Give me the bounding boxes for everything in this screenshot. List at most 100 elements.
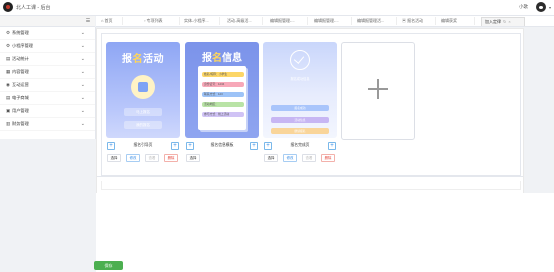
tab-entity[interactable]: 实体-小程序... <box>181 17 220 25</box>
card2-controls: + 报名信息模板 + <box>185 142 259 150</box>
tab-join[interactable]: 加入定律 ↻ × <box>481 17 525 26</box>
delete-button[interactable]: 删除 <box>321 154 335 162</box>
user-icon: ▣ <box>6 108 11 113</box>
sidebar-item-miniapp[interactable]: ⚙ 小程序管理 ⌄ <box>0 40 95 53</box>
form-row: 联系方式：123 <box>202 92 244 97</box>
card2-actions: 选择 <box>185 154 259 162</box>
chevron-down-icon: ⌄ <box>80 56 85 62</box>
card3-actions: 选择 修改 查看 删除 <box>263 154 337 162</box>
tab-home[interactable]: ⌂ 首页 <box>98 17 123 25</box>
avatar[interactable] <box>536 2 546 12</box>
edit-button[interactable]: 修改 <box>126 154 140 162</box>
gear-icon: ⚙ <box>6 43 11 48</box>
sidebar-item-label: 用户管理 <box>12 108 29 113</box>
card-title: 报名信息 <box>202 53 242 64</box>
sidebar-item-system[interactable]: ⚙ 系统管理 ⌄ <box>0 27 95 40</box>
sidebar-item-label: 系统管理 <box>12 30 29 35</box>
check-circle-icon <box>290 50 310 70</box>
sidebar-item-label: 活动统计 <box>12 56 29 61</box>
delete-button[interactable]: 删除 <box>164 154 178 162</box>
bottom-area <box>96 193 554 272</box>
chevron-down-icon: ⌄ <box>80 82 85 88</box>
sidebar-item-label: 内容管理 <box>12 69 29 74</box>
select-button[interactable]: 选择 <box>264 154 278 162</box>
sidebar-item-ops[interactable]: ◉ 互动运营 ⌄ <box>0 79 95 92</box>
preview-signup-button: 马上报名 <box>124 108 162 116</box>
card-label: 报名完成页 <box>290 143 310 147</box>
eye-icon: ◉ <box>6 82 10 87</box>
illustration-icon <box>131 75 155 99</box>
doc-icon: ▦ <box>6 69 11 74</box>
tab-bar: ⌂ 首页 ▫ 专项列表 实体-小程序... 活动-高级活... 编辑报管理-..… <box>96 16 554 27</box>
form-row: 活动地区： <box>202 102 244 107</box>
sidebar-item-finance[interactable]: ▥ 财务管理 ⌄ <box>0 118 95 131</box>
select-button[interactable]: 选择 <box>186 154 200 162</box>
chevron-down-icon[interactable]: ▾ <box>549 5 551 10</box>
divider <box>97 176 523 177</box>
add-before-button[interactable]: + <box>107 142 115 150</box>
template-card-signup-info[interactable]: 报名信息 姓名/昵称：小学生 身份证号：1234 联系方式：123 活动地区： … <box>185 42 259 138</box>
form-row: 身份证号：1234 <box>202 82 244 87</box>
info-bar: 报名成功 <box>271 105 329 111</box>
card1-actions: 选择 修改 查看 删除 <box>106 154 180 162</box>
tab-edit-3[interactable]: 编辑报管理活... <box>354 17 397 25</box>
main-content: 报名活动 马上报名 我的报名 报名信息 姓名/昵称：小学生 身份证号：1234 … <box>96 28 524 194</box>
footer-strip <box>101 181 521 190</box>
view-button[interactable]: 查看 <box>145 154 159 162</box>
sidebar-item-stats[interactable]: ▤ 活动统计 ⌄ <box>0 53 95 66</box>
select-button[interactable]: 选择 <box>107 154 121 162</box>
form-row: 参与方式：线上活动 <box>202 112 244 117</box>
sidebar-item-label: 互动运营 <box>12 82 29 87</box>
form-sheet: 姓名/昵称：小学生 身份证号：1234 联系方式：123 活动地区： 参与方式：… <box>198 66 246 130</box>
form-row: 姓名/昵称：小学生 <box>202 72 244 77</box>
gear-icon: ⚙ <box>6 30 11 35</box>
add-after-button[interactable]: + <box>171 142 179 150</box>
info-bar: 活动信息 <box>271 117 329 123</box>
top-bar: 北人工课 - 后台 小歌 ▾ <box>0 0 554 16</box>
template-card-signup-guide[interactable]: 报名活动 马上报名 我的报名 <box>106 42 180 138</box>
chevron-down-icon: ⌄ <box>80 121 85 127</box>
sidebar-item-content[interactable]: ▦ 内容管理 ⌄ <box>0 66 95 79</box>
app-logo <box>3 2 13 12</box>
sidebar: ⚙ 系统管理 ⌄ ⚙ 小程序管理 ⌄ ▤ 活动统计 ⌄ ▦ 内容管理 ⌄ ◉ 互动运营 ⌄ ▤ 电子商… <box>0 27 96 139</box>
preview-my-signup-button: 我的报名 <box>124 121 162 129</box>
close-icon[interactable]: × <box>508 19 510 24</box>
tab-projects[interactable]: ▫ 专项列表 <box>141 17 180 25</box>
chevron-down-icon: ⌄ <box>80 95 85 101</box>
card-label: 报名引导页 <box>133 143 153 147</box>
user-name[interactable]: 小歌 <box>519 4 528 10</box>
sidebar-header: ☰ <box>0 16 95 27</box>
sidebar-item-mall[interactable]: ▤ 电子商城 ⌄ <box>0 92 95 105</box>
tab-edit-2[interactable]: 编辑报管理-... <box>311 17 352 25</box>
card-label: 报名信息模板 <box>210 143 234 147</box>
sidebar-item-label: 财务管理 <box>12 121 29 126</box>
add-before-button[interactable]: + <box>264 142 272 150</box>
chevron-down-icon: ⌄ <box>80 108 85 114</box>
app-title: 北人工课 - 后台 <box>16 5 51 11</box>
save-button[interactable]: 保存 <box>94 261 123 270</box>
wallet-icon: ▥ <box>6 121 11 126</box>
tab-edit-1[interactable]: 编辑报管理-... <box>267 17 308 25</box>
add-after-button[interactable]: + <box>250 142 258 150</box>
template-card-signup-done[interactable]: 报名成功信息 报名成功 活动信息 继续报名 <box>263 42 337 138</box>
refresh-icon[interactable]: ↻ <box>503 19 506 24</box>
chevron-down-icon: ⌄ <box>80 69 85 75</box>
card3-controls: + 报名完成页 + <box>263 142 337 150</box>
card-title: 报名活动 <box>122 54 164 65</box>
sidebar-item-users[interactable]: ▣ 用户管理 ⌄ <box>0 105 95 118</box>
done-text: 报名成功信息 <box>290 77 310 81</box>
tab-signup[interactable]: ▣ 报名活动 <box>399 17 436 25</box>
chevron-down-icon: ⌄ <box>80 30 85 36</box>
menu-collapse-icon[interactable]: ☰ <box>85 18 91 24</box>
add-before-button[interactable]: + <box>186 142 194 150</box>
chart-icon: ▤ <box>6 56 11 61</box>
info-bar: 继续报名 <box>271 128 329 134</box>
chevron-down-icon: ⌄ <box>80 43 85 49</box>
add-template-card[interactable] <box>341 42 415 140</box>
edit-button[interactable]: 修改 <box>283 154 297 162</box>
view-button[interactable]: 查看 <box>302 154 316 162</box>
tab-activity[interactable]: 活动-高级活... <box>224 17 263 25</box>
add-after-button[interactable]: + <box>328 142 336 150</box>
tab-award[interactable]: 编辑获奖 <box>438 17 475 25</box>
template-panel: 报名活动 马上报名 我的报名 报名信息 姓名/昵称：小学生 身份证号：1234 … <box>101 33 521 176</box>
